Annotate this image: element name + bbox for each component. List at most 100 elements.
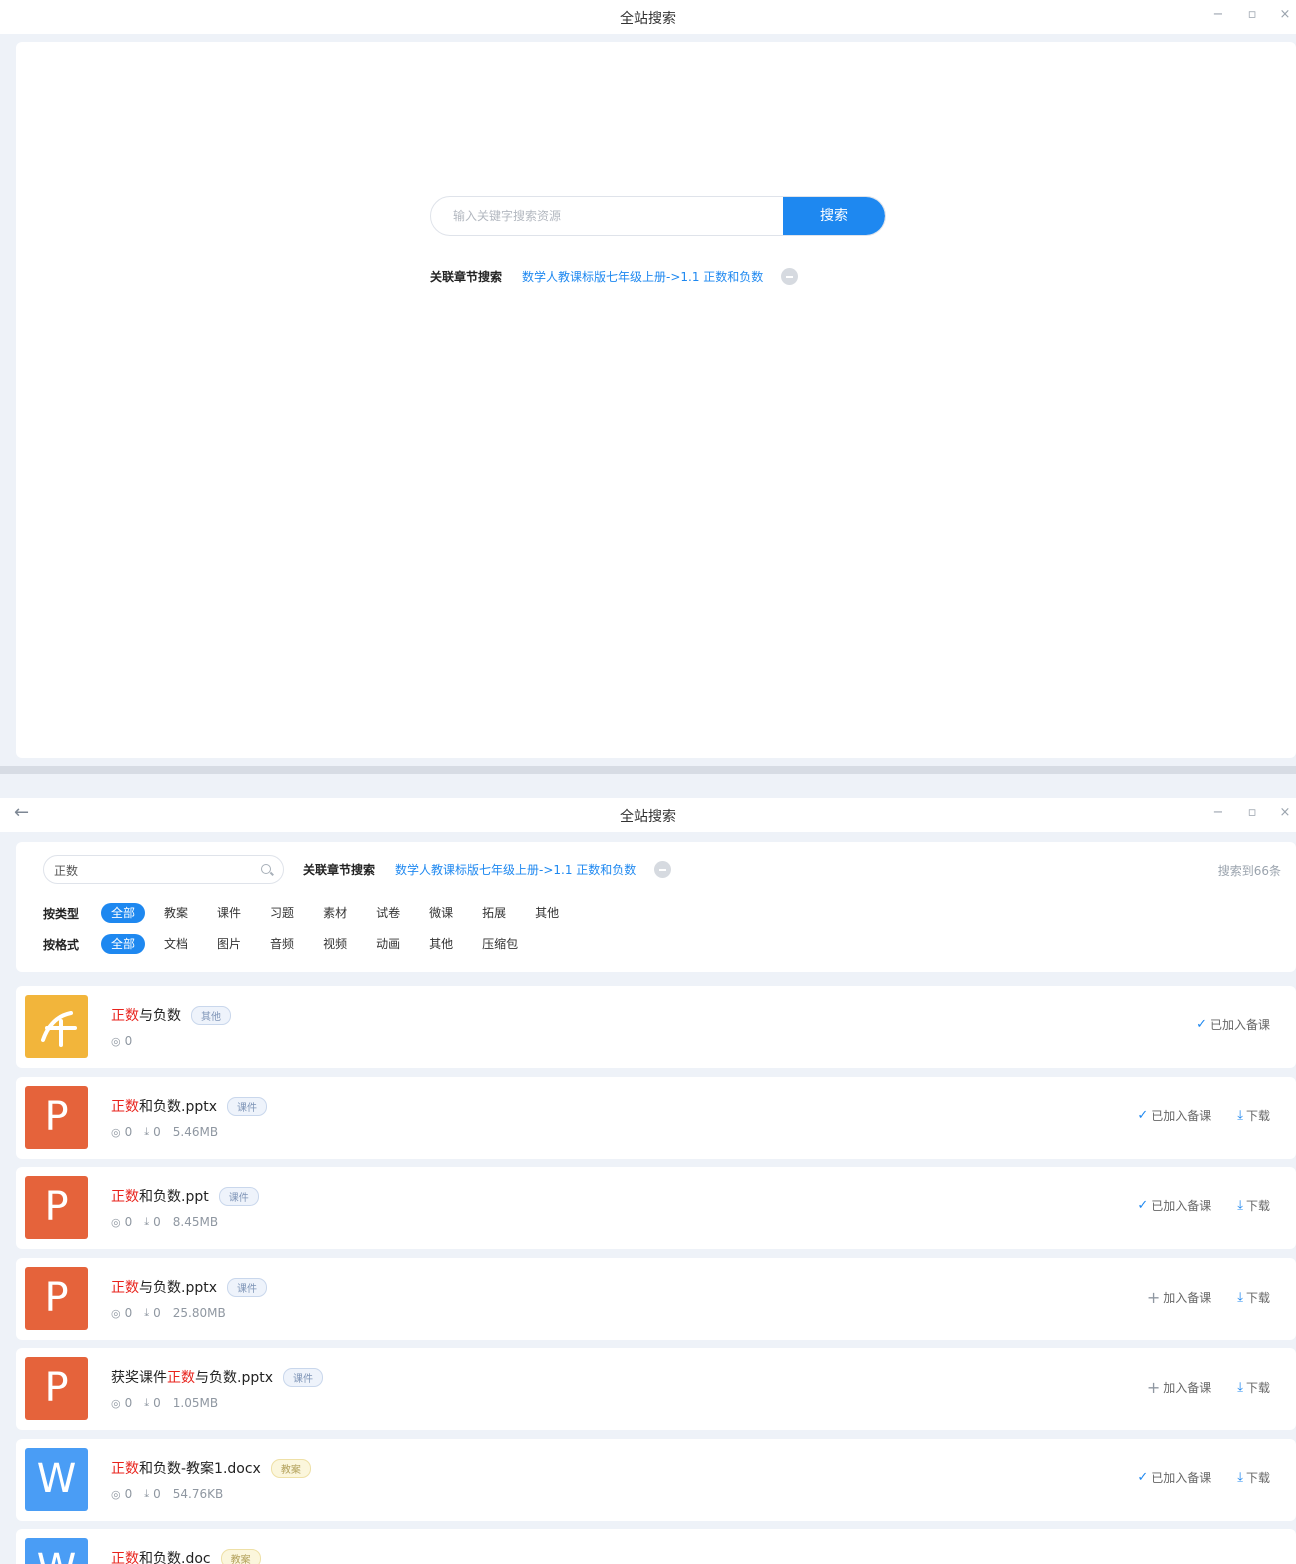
added-to-prep-button[interactable]: ✓ 已加入备课 xyxy=(1137,1107,1211,1124)
type-filter-micro-lesson[interactable]: 微课 xyxy=(419,903,463,923)
result-meta: ◎ 0 ⤓ 0 25.80MB xyxy=(111,1306,238,1320)
search-panel: 搜索 关联章节搜索 数学人教课标版七年级上册->1.1 正数和负数 xyxy=(16,42,1296,758)
type-filter-exam[interactable]: 试卷 xyxy=(366,903,410,923)
format-filter-audio[interactable]: 音频 xyxy=(260,934,304,954)
chapter-link[interactable]: 数学人教课标版七年级上册->1.1 正数和负数 xyxy=(522,268,763,285)
minimize-icon[interactable]: − xyxy=(1210,805,1226,820)
result-item[interactable]: P 正数 和负数.pptx 课件 ◎ 0 ⤓ 0 5.46MB ✓ 已加入备课 ⤓ 下载 xyxy=(16,1077,1296,1159)
added-to-prep-button[interactable]: ✓ 已加入备课 xyxy=(1196,1016,1270,1033)
close-icon[interactable]: × xyxy=(1277,7,1293,22)
download-button[interactable]: ⤓ 下载 xyxy=(1237,1197,1270,1214)
view-count: 0 xyxy=(124,1034,133,1048)
result-item[interactable]: P 正数 和负数.ppt 课件 ◎ 0 ⤓ 0 8.45MB ✓ 已加入备课 ⤓ 下载 xyxy=(16,1167,1296,1249)
format-filter-video[interactable]: 视频 xyxy=(313,934,357,954)
window-title: 全站搜索 xyxy=(620,11,676,27)
result-meta: ◎ 0 ⤓ 0 8.45MB xyxy=(111,1215,230,1229)
result-title[interactable]: 正数 与负数 其他 xyxy=(111,1005,231,1025)
ppt-file-icon: P xyxy=(25,1267,88,1330)
format-filter-archive[interactable]: 压缩包 xyxy=(472,934,528,954)
plus-icon: + xyxy=(1146,1288,1161,1307)
format-filter-all[interactable]: 全部 xyxy=(101,934,146,954)
download-count: 0 xyxy=(153,1306,161,1320)
title-bar: 全站搜索 − ▫ × xyxy=(0,0,1296,34)
remove-chapter-icon[interactable] xyxy=(654,861,672,878)
format-filter-image[interactable]: 图片 xyxy=(207,934,251,954)
added-to-prep-button[interactable]: ✓ 已加入备课 xyxy=(1137,1197,1211,1214)
file-size: 8.45MB xyxy=(172,1215,219,1229)
type-filter-label: 按类型 xyxy=(43,906,80,921)
other-file-icon xyxy=(25,995,88,1058)
search-icon[interactable] xyxy=(261,864,271,874)
download-icon: ⤓ xyxy=(1237,1380,1243,1395)
result-title[interactable]: 正数 与负数.pptx 课件 xyxy=(111,1277,267,1297)
result-meta: ◎ 0 ⤓ 0 54.76KB xyxy=(111,1487,235,1501)
type-filter-other[interactable]: 其他 xyxy=(525,903,569,923)
download-button[interactable]: ⤓ 下载 xyxy=(1237,1469,1270,1486)
result-actions: + 加入备课 ⤓ 下载 xyxy=(1121,1288,1270,1307)
download-button[interactable]: ⤓ 下载 xyxy=(1237,1378,1270,1397)
format-filter-row: 按格式 全部 文档 图片 音频 视频 动画 其他 压缩包 xyxy=(43,934,537,954)
title-bar-results: ← 全站搜索 − ▫ × xyxy=(0,798,1296,832)
download-count: 0 xyxy=(153,1396,161,1410)
ppt-file-icon: P xyxy=(25,1176,88,1239)
added-to-prep-button[interactable]: ✓ 已加入备课 xyxy=(1137,1469,1211,1486)
results-search-input[interactable] xyxy=(54,860,254,880)
maximize-icon[interactable]: ▫ xyxy=(1244,805,1260,820)
download-button[interactable]: ⤓ 下载 xyxy=(1237,1288,1270,1307)
result-meta: ◎ 0 ⤓ 0 5.46MB xyxy=(111,1125,230,1139)
eye-icon: ◎ xyxy=(111,1215,121,1229)
search-box: 搜索 xyxy=(430,196,886,236)
add-to-prep-button[interactable]: + 加入备课 xyxy=(1147,1288,1211,1307)
format-filter-animation[interactable]: 动画 xyxy=(366,934,410,954)
download-count: 0 xyxy=(153,1487,161,1501)
download-icon: ⤓ xyxy=(1237,1290,1243,1305)
maximize-icon[interactable]: ▫ xyxy=(1244,7,1260,22)
chapter-label: 关联章节搜索 xyxy=(430,270,503,284)
type-filter-row: 按类型 全部 教案 课件 习题 素材 试卷 微课 拓展 其他 xyxy=(43,903,578,923)
type-filter-lesson-plan[interactable]: 教案 xyxy=(154,903,198,923)
result-item[interactable]: P 获奖课件 正数 与负数.pptx 课件 ◎ 0 ⤓ 0 1.05MB + 加入备课 ⤓… xyxy=(16,1348,1296,1430)
word-file-icon: W xyxy=(25,1538,88,1564)
download-icon: ⤓ xyxy=(1237,1470,1243,1485)
minimize-icon[interactable]: − xyxy=(1210,7,1226,22)
result-item[interactable]: W 正数和负数.doc 教案 xyxy=(16,1529,1296,1564)
download-count-icon: ⤓ xyxy=(144,1215,150,1228)
result-item[interactable]: 正数 与负数 其他 ◎ 0 ✓ 已加入备课 xyxy=(16,986,1296,1068)
close-icon[interactable]: × xyxy=(1277,805,1293,820)
search-input[interactable] xyxy=(431,197,785,235)
word-file-icon: W xyxy=(25,1448,88,1511)
search-button[interactable]: 搜索 xyxy=(783,197,885,235)
result-item[interactable]: P 正数 与负数.pptx 课件 ◎ 0 ⤓ 0 25.80MB + 加入备课 ⤓ 下载 xyxy=(16,1258,1296,1340)
download-icon: ⤓ xyxy=(1237,1198,1243,1213)
result-count: 搜索到66条 xyxy=(1217,864,1281,878)
eye-icon: ◎ xyxy=(111,1396,121,1410)
result-title[interactable]: 正数 和负数.doc 教案 xyxy=(111,1548,261,1564)
check-icon: ✓ xyxy=(1196,1017,1207,1032)
download-count: 0 xyxy=(153,1215,161,1229)
format-filter-other[interactable]: 其他 xyxy=(419,934,463,954)
remove-chapter-icon[interactable] xyxy=(781,268,799,285)
eye-icon: ◎ xyxy=(111,1306,121,1320)
download-count-icon: ⤓ xyxy=(144,1125,150,1138)
result-title[interactable]: 正数 和负数.pptx 课件 xyxy=(111,1096,267,1116)
eye-icon: ◎ xyxy=(111,1125,121,1139)
result-title[interactable]: 正数 和负数-教案1.docx 教案 xyxy=(111,1458,311,1478)
type-filter-exercise[interactable]: 习题 xyxy=(260,903,304,923)
result-actions: + 加入备课 ⤓ 下载 xyxy=(1121,1378,1270,1397)
result-item[interactable]: W 正数 和负数-教案1.docx 教案 ◎ 0 ⤓ 0 54.76KB ✓ 已加入备课… xyxy=(16,1439,1296,1521)
type-filter-extension[interactable]: 拓展 xyxy=(472,903,516,923)
chapter-link[interactable]: 数学人教课标版七年级上册->1.1 正数和负数 xyxy=(395,861,636,878)
type-filter-material[interactable]: 素材 xyxy=(313,903,357,923)
result-title[interactable]: 正数 和负数.ppt 课件 xyxy=(111,1186,259,1206)
type-filter-courseware[interactable]: 课件 xyxy=(207,903,251,923)
download-icon: ⤓ xyxy=(1237,1108,1243,1123)
view-count: 0 xyxy=(124,1396,133,1410)
download-button[interactable]: ⤓ 下载 xyxy=(1237,1107,1270,1124)
add-to-prep-button[interactable]: + 加入备课 xyxy=(1147,1378,1211,1397)
format-filter-document[interactable]: 文档 xyxy=(154,934,198,954)
result-actions: ✓ 已加入备课 ⤓ 下载 xyxy=(1111,1197,1270,1214)
result-title[interactable]: 获奖课件 正数 与负数.pptx 课件 xyxy=(111,1367,323,1387)
type-filter-all[interactable]: 全部 xyxy=(101,903,146,923)
file-size: 54.76KB xyxy=(172,1487,224,1501)
download-count-icon: ⤓ xyxy=(144,1396,150,1409)
